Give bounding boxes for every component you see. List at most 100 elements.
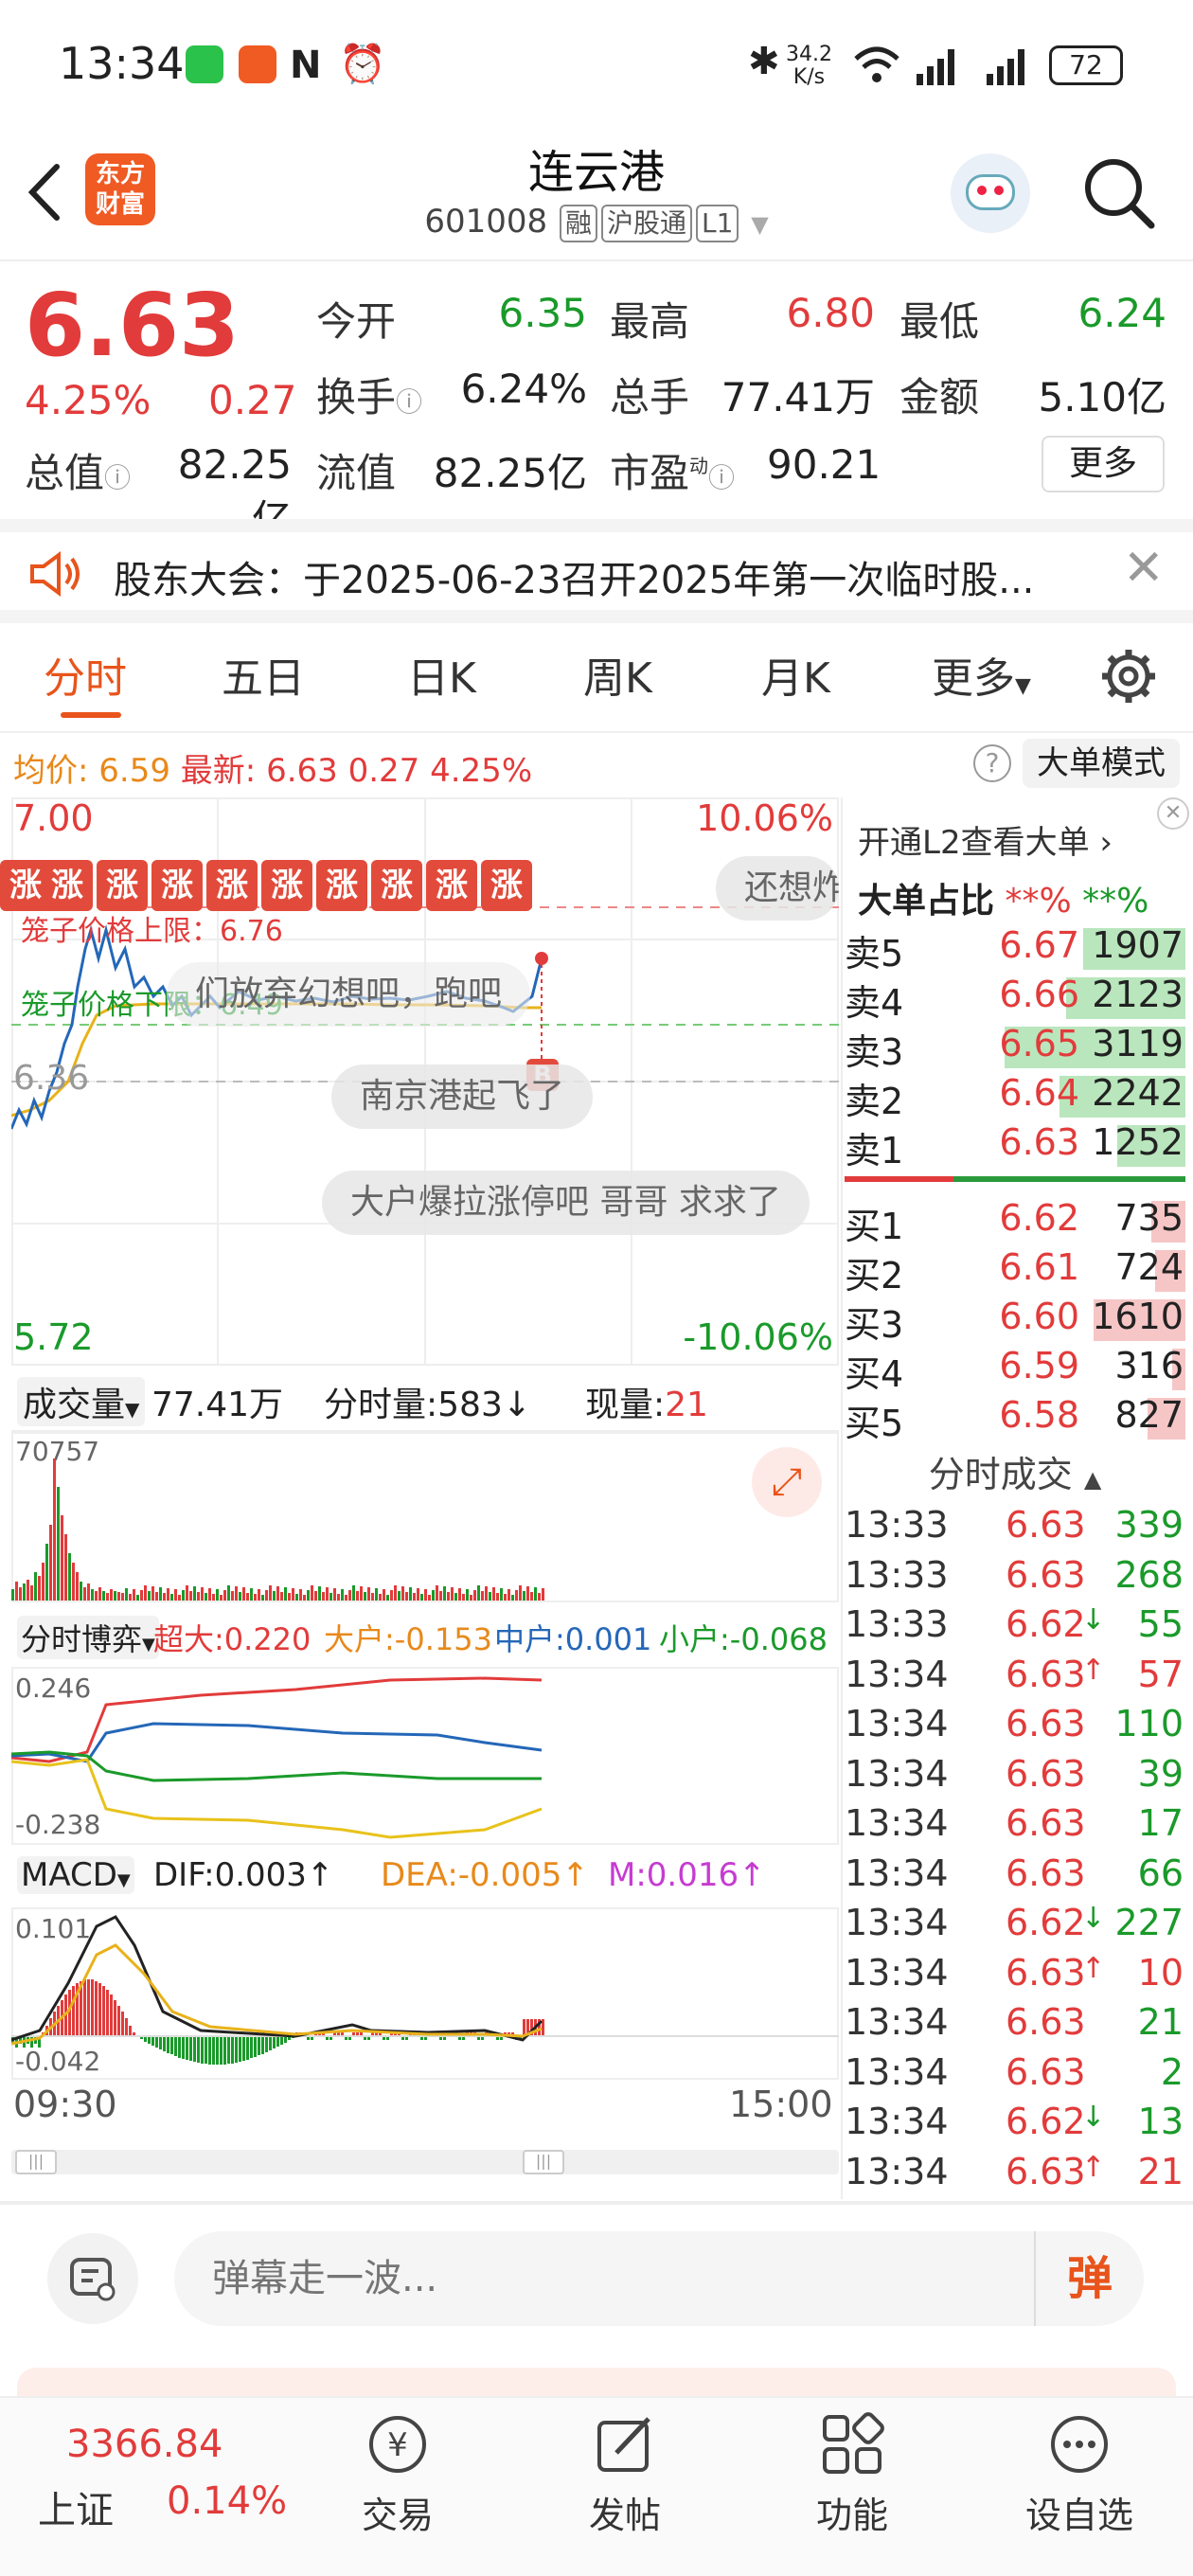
- tab-weekly-k[interactable]: 周K: [583, 644, 652, 705]
- game-indicator-select[interactable]: 分时博弈▼: [17, 1616, 159, 1659]
- tab-more[interactable]: 更多▼: [932, 644, 1031, 705]
- volume-bar: [515, 1590, 518, 1601]
- ratio-label: 大单占比: [858, 882, 995, 921]
- fullscreen-icon[interactable]: ⤢: [752, 1447, 822, 1517]
- macd-bar: [254, 2036, 257, 2057]
- chevron-down-icon[interactable]: ▼: [751, 211, 768, 238]
- time-end-label: 15:00: [729, 2084, 833, 2125]
- volume-bar: [121, 1593, 124, 1601]
- avg-label: 均价:: [13, 752, 89, 790]
- volume-indicator-select[interactable]: 成交量▼: [17, 1377, 146, 1426]
- nav-add-watchlist[interactable]: 设自选: [1004, 2396, 1155, 2576]
- volume-bar: [167, 1588, 169, 1601]
- volume-bar: [19, 1587, 22, 1601]
- macd-bar: [523, 2019, 525, 2036]
- bid-level-label: 买1: [845, 1206, 904, 1247]
- index-value[interactable]: 3366.84: [66, 2423, 223, 2466]
- trade-row: 13:34 6.63 21: [845, 2001, 1185, 2050]
- nav-trade[interactable]: ¥ 交易: [322, 2396, 473, 2576]
- bluetooth-icon: ✱: [748, 40, 780, 83]
- info-icon[interactable]: ⓘ: [396, 386, 422, 418]
- status-time: 13:34: [59, 38, 185, 89]
- range-handle-right[interactable]: |||: [523, 2150, 564, 2174]
- trade-volume: 55: [1137, 1603, 1184, 1645]
- macd-bar: [216, 2036, 219, 2065]
- tab-intraday[interactable]: 分时: [44, 644, 127, 705]
- volume-bar: [420, 1594, 423, 1601]
- macd-bar: [284, 2036, 287, 2043]
- index-pct[interactable]: 0.14%: [167, 2479, 287, 2523]
- tab-monthly-k[interactable]: 月K: [761, 644, 830, 705]
- macd-bar: [280, 2036, 283, 2045]
- macd-bar: [205, 2036, 207, 2064]
- index-name[interactable]: 上证: [38, 2479, 114, 2534]
- tabs-divider: [0, 731, 1193, 733]
- tag-hgt: 沪股通: [600, 205, 692, 242]
- help-icon[interactable]: ?: [973, 744, 1011, 782]
- trade-time: 13:34: [845, 2101, 949, 2142]
- volume-bar: [83, 1587, 86, 1601]
- time-range-scrollbar[interactable]: ||| |||: [11, 2150, 839, 2174]
- ratio-green: **%: [1082, 882, 1149, 921]
- volume-bar: [295, 1594, 298, 1601]
- volume-bar: [15, 1582, 18, 1601]
- settings-gear-icon[interactable]: [1098, 646, 1159, 707]
- macd-bar: [121, 2012, 124, 2036]
- volume-bar: [481, 1591, 484, 1601]
- post-edit-icon: [597, 2417, 650, 2472]
- volume-bar: [201, 1587, 204, 1601]
- nav-post-label: 发帖: [588, 2495, 661, 2536]
- volume-bar: [333, 1588, 336, 1601]
- nav-functions[interactable]: 功能: [776, 2396, 928, 2576]
- robot-assistant-icon[interactable]: [951, 153, 1030, 233]
- search-icon[interactable]: [1079, 153, 1159, 233]
- l2-upsell-link[interactable]: 开通L2查看大单 ›: [858, 816, 1113, 863]
- volume-bars: [11, 1458, 544, 1601]
- danmu-send-button[interactable]: 弹: [1034, 2231, 1144, 2326]
- tab-daily-k[interactable]: 日K: [407, 644, 476, 705]
- volume-bar: [299, 1589, 302, 1601]
- more-button[interactable]: 更多: [1042, 436, 1165, 492]
- orderbook-close-icon[interactable]: ✕: [1157, 797, 1189, 830]
- danmu-input-box[interactable]: 弹: [174, 2231, 1144, 2326]
- danmu-settings-button[interactable]: [47, 2233, 138, 2324]
- volume-bar: [106, 1593, 109, 1601]
- volume-bar: [364, 1592, 366, 1601]
- nav-post[interactable]: 发帖: [549, 2396, 701, 2576]
- notice-bar[interactable]: 股东大会：于2025-06-23召开2025年第一次临时股... ✕: [0, 519, 1193, 623]
- macd-bar: [197, 2036, 200, 2063]
- close-icon[interactable]: ✕: [1123, 540, 1165, 597]
- bid-level-price: 6.59: [999, 1345, 1079, 1386]
- trade-price: 6.63: [1006, 2001, 1086, 2043]
- volume-label: 成交量: [23, 1386, 126, 1424]
- macd-bar: [246, 2036, 249, 2060]
- tag-l1[interactable]: L1: [695, 205, 739, 242]
- trades-title[interactable]: 分时成交 ▲: [845, 1445, 1185, 1497]
- macd-bar: [242, 2036, 245, 2061]
- macd-bar: [193, 2036, 196, 2062]
- volume-bar: [413, 1593, 416, 1601]
- volume-bar: [140, 1590, 143, 1601]
- change-value: 0.27: [208, 377, 297, 423]
- info-icon[interactable]: ⓘ: [104, 462, 131, 493]
- zhang-badge: 涨: [151, 860, 203, 911]
- high-label: 最高: [610, 298, 690, 345]
- macd-bar: [110, 1995, 113, 2036]
- tab-five-day[interactable]: 五日: [222, 644, 305, 705]
- ask-level-label: 卖3: [845, 1031, 904, 1073]
- macd-indicator-select[interactable]: MACD▼: [17, 1856, 134, 1894]
- float-label: 流值: [316, 450, 397, 496]
- range-handle-left[interactable]: |||: [15, 2150, 57, 2174]
- small-value: 小户:-0.068: [659, 1621, 828, 1657]
- trade-time: 13:34: [845, 2150, 949, 2192]
- macd-bar: [276, 2036, 279, 2047]
- volume-bar: [170, 1594, 173, 1601]
- big-order-mode-button[interactable]: 大单模式: [1023, 739, 1180, 788]
- trade-direction: ↓: [1081, 1902, 1106, 1935]
- bid-level-volume: 316: [1114, 1345, 1184, 1386]
- ask-level-volume: 1252: [1092, 1121, 1184, 1163]
- trade-time: 13:34: [845, 1951, 949, 1994]
- volume-bar: [447, 1592, 450, 1601]
- danmu-input[interactable]: [212, 2252, 970, 2305]
- volume-bar: [454, 1593, 457, 1601]
